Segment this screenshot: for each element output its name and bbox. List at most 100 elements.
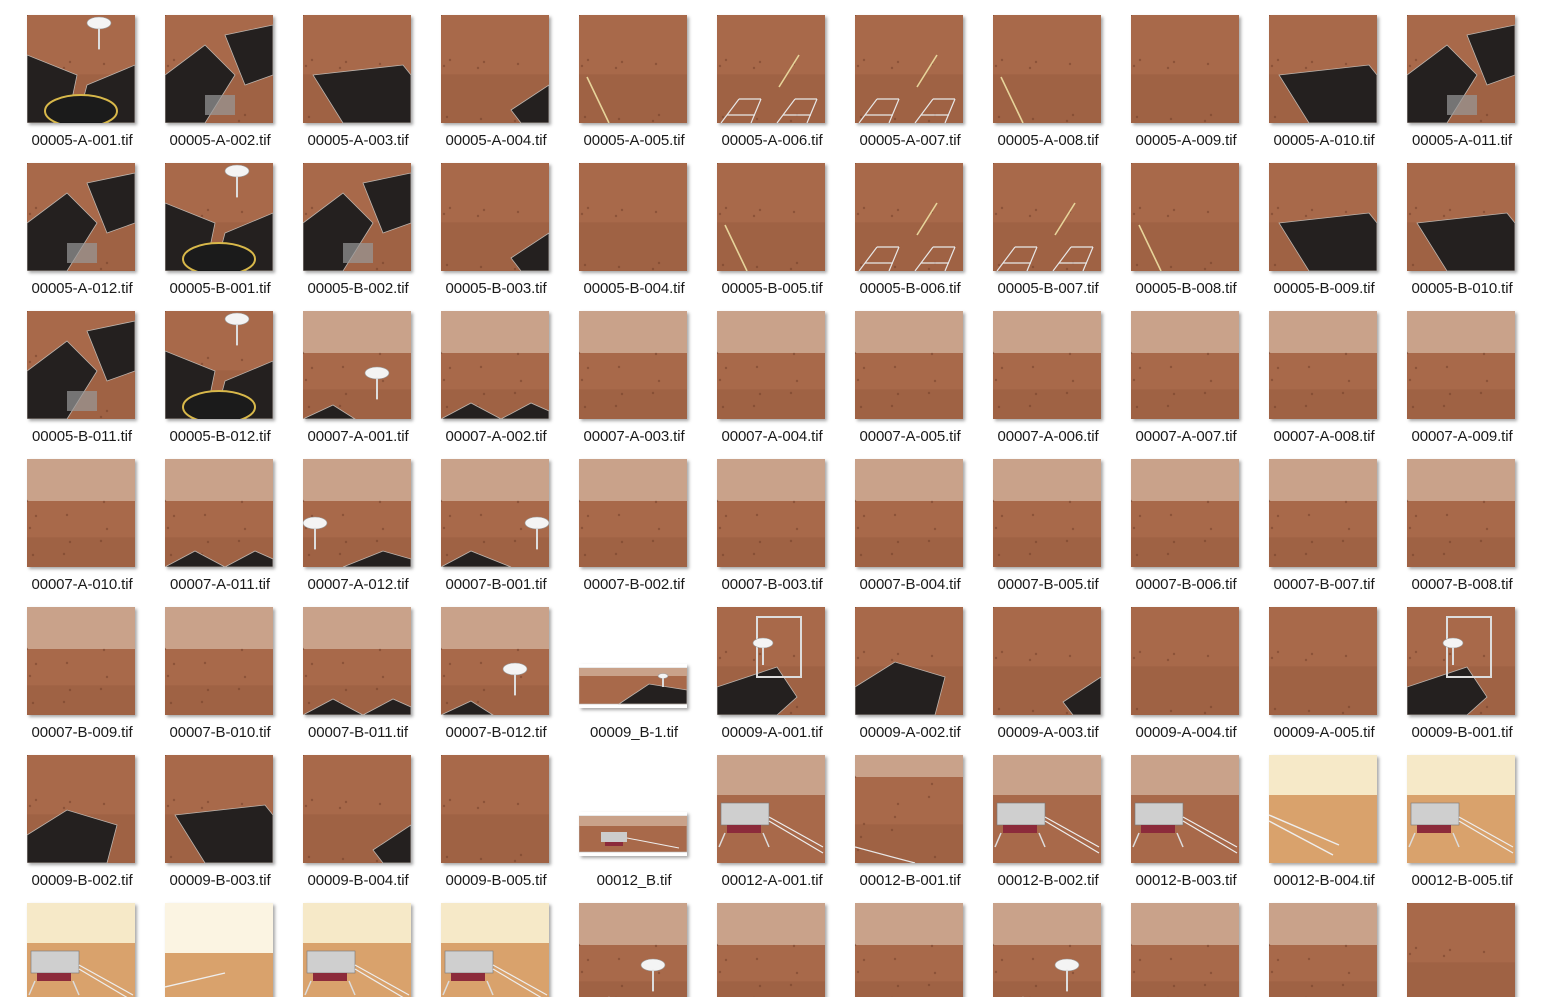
file-thumbnail[interactable] [855,163,963,271]
file-thumbnail[interactable] [993,903,1101,997]
file-item[interactable]: 00005-B-008.tif [1104,148,1242,297]
file-item[interactable]: 00009-A-002.tif [828,592,966,741]
file-thumbnail[interactable] [579,812,687,856]
file-thumbnail[interactable] [1407,459,1515,567]
file-item[interactable]: 00012-B-003.tif [1104,740,1242,889]
file-item[interactable]: 00009-A-003.tif [966,592,1104,741]
file-item[interactable]: 00012-B-001.tif [828,740,966,889]
file-thumbnail[interactable] [1269,607,1377,715]
file-name[interactable]: 00009-B-001.tif [1380,724,1544,741]
file-thumbnail[interactable] [441,311,549,419]
file-thumbnail[interactable] [993,311,1101,419]
file-thumbnail[interactable] [1407,903,1515,997]
file-item[interactable]: 00005-A-011.tif [1380,0,1518,149]
file-item[interactable] [0,888,138,997]
file-item[interactable]: 00007-B-009.tif [0,592,138,741]
file-item[interactable]: 00005-B-011.tif [0,296,138,445]
file-item[interactable]: 00007-B-003.tif [690,444,828,593]
file-thumbnail[interactable] [717,163,825,271]
file-thumbnail[interactable] [1407,607,1515,715]
file-thumbnail[interactable] [27,15,135,123]
file-item[interactable] [1242,888,1380,997]
file-thumbnail[interactable] [303,459,411,567]
file-item[interactable] [414,888,552,997]
file-item[interactable]: 00009-A-005.tif [1242,592,1380,741]
file-item[interactable] [1104,888,1242,997]
file-thumbnail[interactable] [1131,163,1239,271]
file-thumbnail[interactable] [303,15,411,123]
file-thumbnail[interactable] [27,311,135,419]
file-item[interactable]: 00005-B-012.tif [138,296,276,445]
file-thumbnail[interactable] [1269,15,1377,123]
file-item[interactable] [276,888,414,997]
file-thumbnail[interactable] [165,903,273,997]
file-thumbnail[interactable] [441,755,549,863]
file-item[interactable]: 00005-A-010.tif [1242,0,1380,149]
file-thumbnail[interactable] [303,311,411,419]
file-item[interactable]: 00009-B-004.tif [276,740,414,889]
file-item[interactable]: 00005-A-005.tif [552,0,690,149]
file-thumbnail[interactable] [303,755,411,863]
file-thumbnail[interactable] [27,755,135,863]
file-item[interactable]: 00007-A-011.tif [138,444,276,593]
file-item[interactable] [552,888,690,997]
file-item[interactable]: 00005-A-002.tif [138,0,276,149]
file-thumbnail[interactable] [1131,459,1239,567]
file-item[interactable]: 00005-B-007.tif [966,148,1104,297]
file-item[interactable]: 00007-A-005.tif [828,296,966,445]
file-thumbnail[interactable] [993,607,1101,715]
file-thumbnail[interactable] [27,163,135,271]
file-thumbnail[interactable] [165,459,273,567]
file-name[interactable]: 00007-B-008.tif [1380,576,1544,593]
file-thumbnail[interactable] [165,311,273,419]
file-item[interactable]: 00007-B-005.tif [966,444,1104,593]
file-item[interactable]: 00007-A-010.tif [0,444,138,593]
file-thumbnail[interactable] [717,755,825,863]
file-item[interactable]: 00005-A-008.tif [966,0,1104,149]
file-item[interactable]: 00007-A-008.tif [1242,296,1380,445]
file-item[interactable]: 00005-B-001.tif [138,148,276,297]
file-item[interactable]: 00007-B-006.tif [1104,444,1242,593]
file-item[interactable]: 00009-B-003.tif [138,740,276,889]
file-item[interactable]: 00012-B-004.tif [1242,740,1380,889]
file-thumbnail[interactable] [1269,903,1377,997]
file-item[interactable]: 00005-B-003.tif [414,148,552,297]
file-thumbnail[interactable] [1269,163,1377,271]
file-thumbnail[interactable] [303,903,411,997]
file-item[interactable]: 00005-B-009.tif [1242,148,1380,297]
file-thumbnail[interactable] [579,311,687,419]
file-thumbnail[interactable] [303,163,411,271]
file-thumbnail[interactable] [855,607,963,715]
file-thumbnail[interactable] [1131,903,1239,997]
file-item[interactable]: 00007-A-009.tif [1380,296,1518,445]
file-thumbnail[interactable] [165,607,273,715]
file-item[interactable]: 00009_B-1.tif [552,592,690,741]
file-thumbnail[interactable] [579,163,687,271]
file-thumbnail[interactable] [441,459,549,567]
file-thumbnail[interactable] [579,903,687,997]
file-thumbnail[interactable] [717,15,825,123]
file-thumbnail[interactable] [1407,15,1515,123]
file-item[interactable]: 00007-B-010.tif [138,592,276,741]
file-thumbnail[interactable] [855,755,963,863]
file-item[interactable]: 00007-A-004.tif [690,296,828,445]
file-thumbnail[interactable] [717,459,825,567]
file-thumbnail[interactable] [717,607,825,715]
file-thumbnail[interactable] [579,459,687,567]
file-item[interactable]: 00009-A-001.tif [690,592,828,741]
file-name[interactable]: 00007-A-009.tif [1380,428,1544,445]
file-item[interactable] [828,888,966,997]
file-thumbnail[interactable] [993,163,1101,271]
file-thumbnail[interactable] [579,15,687,123]
file-thumbnail[interactable] [27,903,135,997]
file-item[interactable] [138,888,276,997]
file-thumbnail[interactable] [1131,755,1239,863]
file-thumbnail[interactable] [855,903,963,997]
file-thumbnail[interactable] [165,163,273,271]
file-item[interactable]: 00009-B-002.tif [0,740,138,889]
file-item[interactable]: 00007-B-012.tif [414,592,552,741]
file-item[interactable]: 00009-B-001.tif [1380,592,1518,741]
file-name[interactable]: 00005-B-010.tif [1380,280,1544,297]
file-item[interactable] [966,888,1104,997]
file-item[interactable]: 00005-B-004.tif [552,148,690,297]
